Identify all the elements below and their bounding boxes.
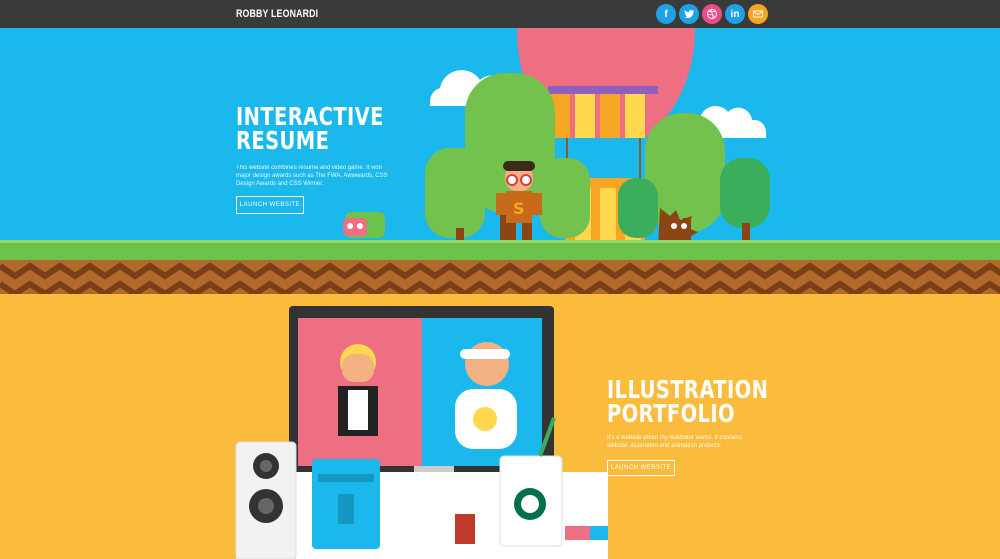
facebook-glyph: f — [664, 8, 668, 20]
twitter-bird-icon — [684, 9, 695, 18]
portfolio-title: ILLUSTRATION PORTFOLIO — [607, 377, 768, 428]
resume-title: INTERACTIVE RESUME — [236, 104, 384, 155]
brand-name[interactable]: ROBBY LEONARDI — [236, 8, 318, 20]
dribbble-icon[interactable] — [702, 4, 722, 24]
portfolio-scene-illustration — [235, 306, 608, 559]
portfolio-title-line2: PORTFOLIO — [607, 399, 735, 428]
top-bar: ROBBY LEONARDI f in — [0, 0, 1000, 28]
email-icon[interactable] — [748, 4, 768, 24]
linkedin-icon[interactable]: in — [725, 4, 745, 24]
speaker — [235, 441, 297, 559]
illustration-portfolio-section: ILLUSTRATION PORTFOLIO It's a website ab… — [0, 294, 1000, 559]
resume-scene-illustration: S — [0, 28, 1000, 294]
resume-title-line2: RESUME — [236, 126, 330, 155]
dribbble-ball-icon — [707, 9, 717, 19]
facebook-icon[interactable]: f — [656, 4, 676, 24]
portfolio-launch-button[interactable]: LAUNCH WEBSITE — [607, 460, 675, 476]
svg-text:S: S — [513, 199, 525, 218]
resume-description: This website combines resume and video g… — [236, 165, 388, 187]
linkedin-glyph: in — [730, 8, 740, 20]
portfolio-description: It's a website about my illustrator work… — [607, 435, 742, 449]
envelope-icon — [753, 10, 763, 18]
twitter-icon[interactable] — [679, 4, 699, 24]
interactive-resume-section: S INTERACTIVE RESUME This website combin… — [0, 28, 1000, 294]
left-critter — [343, 212, 385, 238]
resume-launch-button[interactable]: LAUNCH WEBSITE — [236, 196, 304, 214]
